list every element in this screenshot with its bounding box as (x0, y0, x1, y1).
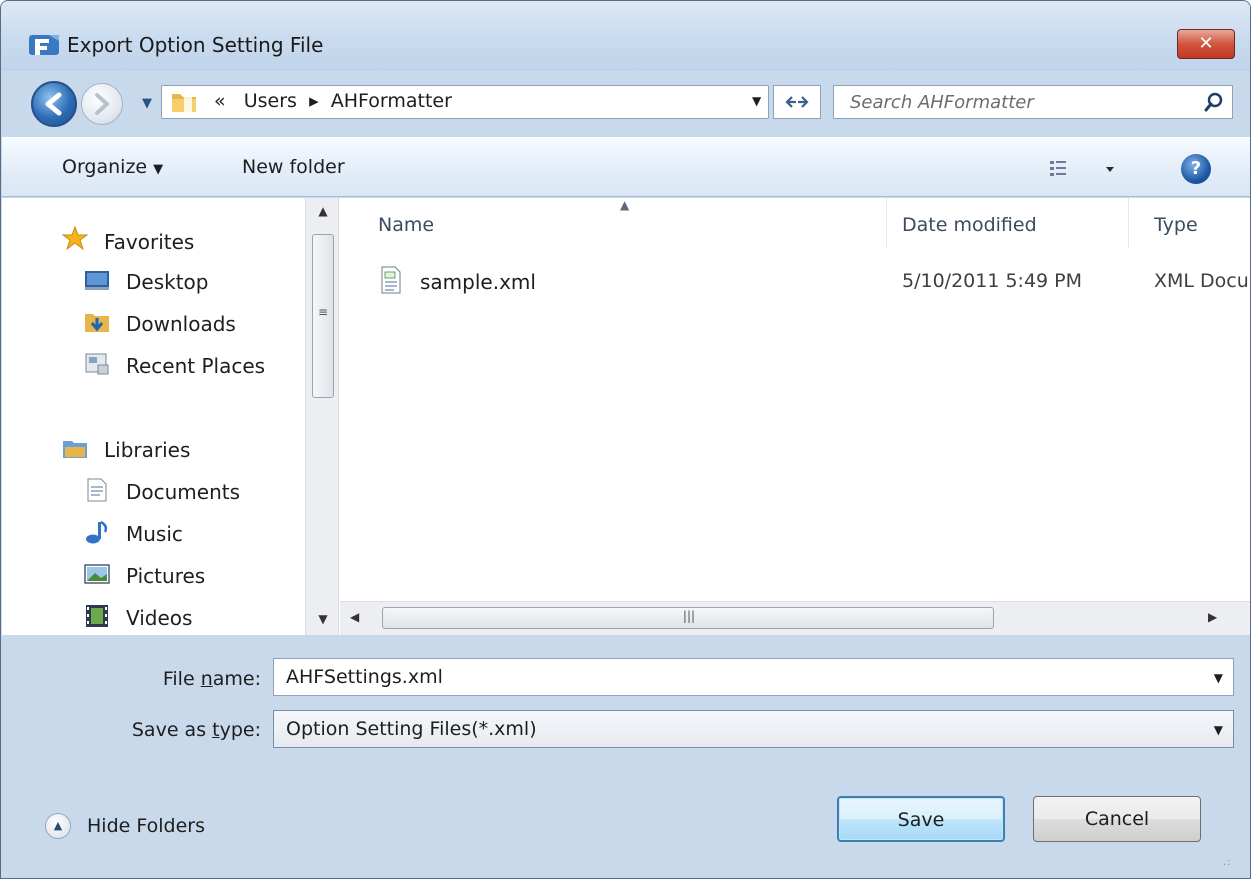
chevron-down-icon: ▼ (153, 162, 164, 177)
command-bar: Organize ▼ New folder ? (2, 137, 1250, 197)
scroll-down-icon[interactable]: ▼ (306, 612, 340, 626)
search-input[interactable] (850, 90, 1180, 114)
export-dialog-window: Export Option Setting File ✕ ▼ « Users ▸… (0, 0, 1251, 879)
column-divider[interactable] (886, 198, 887, 248)
scrollbar-thumb[interactable]: ≡ (312, 234, 334, 398)
sidebar-item-label: Favorites (104, 230, 195, 254)
save-as-type-value: Option Setting Files(*.xml) (286, 718, 537, 740)
breadcrumb-overflow[interactable]: « (214, 90, 226, 112)
breadcrumb-item-ahformatter[interactable]: AHFormatter (331, 90, 452, 112)
save-as-type-label-accesskey: t (212, 719, 220, 741)
save-as-type-label: Save as type: (1, 719, 261, 741)
favorites-star-icon (62, 226, 88, 250)
file-row[interactable]: sample.xml 5/10/2011 5:49 PM XML Docu (376, 264, 1250, 298)
folder-icon (172, 92, 196, 112)
xml-file-icon (381, 266, 401, 294)
address-bar[interactable]: « Users ▸ AHFormatter ▼ (161, 85, 769, 119)
column-header-type[interactable]: Type (1154, 214, 1198, 236)
save-as-type-dropdown-icon[interactable]: ▼ (1214, 723, 1223, 737)
address-dropdown-icon[interactable]: ▼ (752, 94, 761, 108)
forward-arrow-icon (95, 93, 109, 115)
recent-places-icon (85, 353, 109, 375)
back-button[interactable] (31, 81, 77, 127)
breadcrumb: « Users ▸ AHFormatter (214, 90, 452, 112)
navigation-pane-scrollbar[interactable]: ▲ ≡ ▼ (305, 198, 339, 635)
scroll-right-icon[interactable]: ▶ (1208, 610, 1217, 624)
window-title: Export Option Setting File (67, 33, 324, 57)
file-type: XML Docu (1154, 270, 1249, 292)
file-name-value[interactable]: AHFSettings.xml (286, 666, 443, 688)
column-divider[interactable] (1128, 198, 1129, 248)
forward-button[interactable] (81, 83, 123, 125)
file-name-label: File name: (1, 668, 261, 690)
recent-locations-dropdown-icon[interactable]: ▼ (142, 96, 152, 111)
desktop-icon (85, 271, 109, 290)
scroll-left-icon[interactable]: ◀ (350, 610, 359, 624)
search-box (833, 85, 1233, 119)
file-list-pane: ▲ Name Date modified Type sample.xml 5/1… (340, 198, 1250, 635)
documents-icon (87, 478, 107, 502)
search-icon (1204, 92, 1223, 112)
file-name: sample.xml (420, 270, 536, 294)
file-list-horizontal-scrollbar[interactable]: ◀ ||| ▶ (340, 601, 1250, 635)
sidebar-item-label: Recent Places (126, 354, 266, 378)
sidebar-item-label: Videos (126, 606, 193, 630)
hide-folders-label: Hide Folders (87, 815, 205, 837)
sidebar-item-label: Music (126, 522, 183, 546)
sidebar-item-label: Downloads (126, 312, 236, 336)
refresh-icon (785, 96, 809, 108)
file-date-modified: 5/10/2011 5:49 PM (902, 270, 1083, 292)
app-logo-icon (29, 35, 59, 55)
cancel-button[interactable]: Cancel (1033, 796, 1201, 842)
file-name-dropdown-icon[interactable]: ▼ (1214, 671, 1223, 685)
close-button[interactable]: ✕ (1177, 29, 1235, 59)
navigation-pane: Favorites Desktop Downloads Recent Place… (2, 198, 305, 635)
chevron-up-icon: ▲ (45, 813, 71, 839)
column-header-date-modified[interactable]: Date modified (902, 214, 1037, 236)
organize-menu-button[interactable]: Organize ▼ (62, 156, 163, 178)
sort-ascending-icon: ▲ (620, 198, 630, 212)
save-button[interactable]: Save (837, 796, 1005, 842)
browser-content: Favorites Desktop Downloads Recent Place… (2, 198, 1250, 635)
sidebar-item-label: Pictures (126, 564, 206, 588)
change-view-button[interactable] (1048, 156, 1122, 182)
title-bar: Export Option Setting File ✕ (1, 1, 1250, 71)
scroll-up-icon[interactable]: ▲ (306, 204, 340, 218)
save-as-type-label-part: Save as (131, 719, 213, 741)
view-details-icon (1050, 161, 1114, 176)
new-folder-button[interactable]: New folder (242, 156, 345, 178)
sidebar-item-label: Libraries (104, 438, 191, 462)
resize-grip-icon[interactable]: .: (1223, 857, 1232, 868)
sidebar-item-label: Desktop (126, 270, 209, 294)
search-button[interactable] (1202, 90, 1226, 114)
file-name-label-part: File (162, 668, 201, 690)
file-name-label-part: ame: (212, 668, 261, 690)
close-icon: ✕ (1198, 33, 1214, 54)
pictures-icon (84, 564, 110, 584)
help-button[interactable]: ? (1181, 154, 1211, 184)
music-icon (86, 520, 108, 544)
file-name-label-accesskey: n (200, 668, 213, 690)
column-header-name[interactable]: Name (378, 214, 434, 236)
file-name-field[interactable]: AHFSettings.xml ▼ (273, 658, 1234, 696)
help-icon: ? (1190, 158, 1202, 179)
scrollbar-thumb[interactable]: ||| (382, 607, 994, 629)
save-as-type-select[interactable]: Option Setting Files(*.xml) ▼ (273, 710, 1234, 748)
sidebar-item-label: Documents (126, 480, 241, 504)
save-as-type-label-part: ype: (219, 719, 261, 741)
libraries-icon (63, 441, 87, 458)
breadcrumb-item-users[interactable]: Users (244, 90, 297, 112)
breadcrumb-separator-icon[interactable]: ▸ (309, 90, 319, 112)
refresh-button[interactable] (773, 85, 821, 119)
organize-label: Organize (62, 156, 148, 178)
downloads-icon (85, 314, 109, 332)
grip-icon: ≡ (317, 305, 329, 319)
back-arrow-icon (45, 92, 62, 116)
grip-icon: ||| (682, 609, 696, 623)
videos-icon (86, 605, 108, 627)
